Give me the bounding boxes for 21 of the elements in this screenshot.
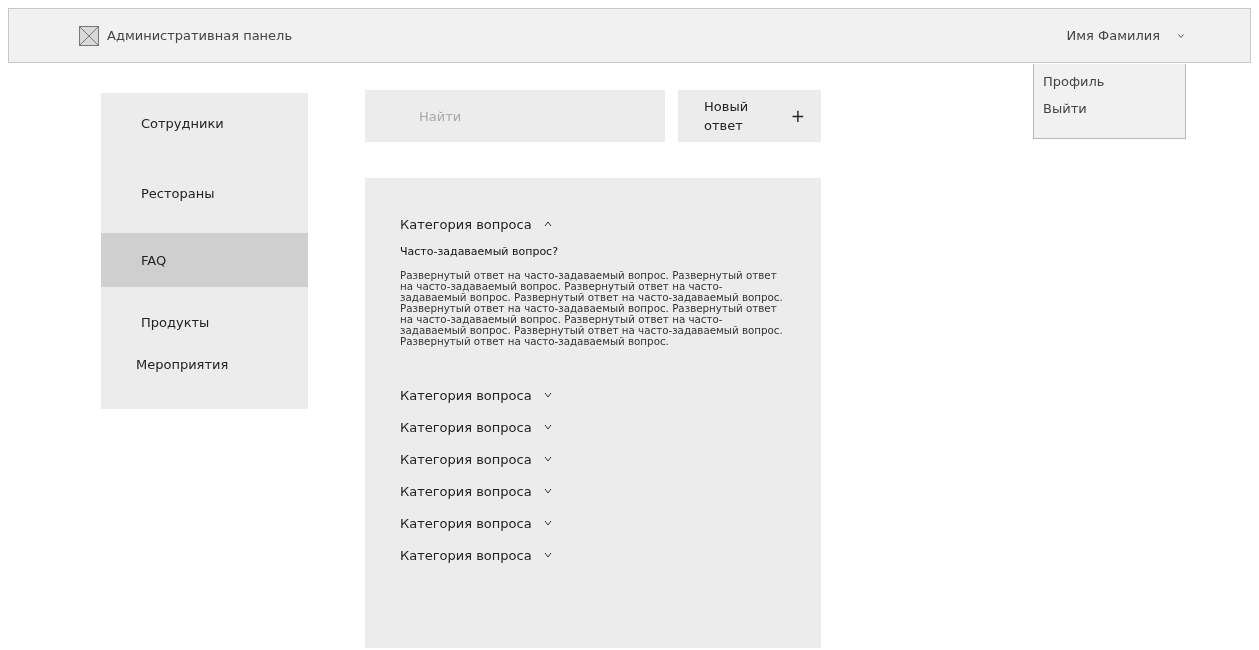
- faq-question: Часто-задаваемый вопрос?: [400, 245, 559, 258]
- category-toggle[interactable]: Категория вопроса: [400, 539, 552, 571]
- sidebar-item[interactable]: Сотрудники: [101, 93, 308, 153]
- user-menu-button[interactable]: Имя Фамилия: [1066, 28, 1184, 43]
- menu-item[interactable]: Выйти: [1043, 101, 1185, 116]
- app-title: Административная панель: [107, 28, 294, 43]
- category-toggle[interactable]: Категория вопроса: [400, 507, 552, 539]
- new-answer-button[interactable]: Новый ответ +: [678, 90, 821, 142]
- sidebar-item[interactable]: FAQ: [101, 233, 308, 287]
- category-toggle[interactable]: Категория вопроса: [400, 208, 552, 240]
- faq-answer: Развернутый ответ на часто-задаваемый вопрос. Развернутый ответ на часто-задаваемый вопрос. Развернутый ответ на часто-задаваемый вопрос. Развернутый ответ на часто-задаваемый вопрос. Развернутый ответ на часто-задаваемый вопрос. Развернутый ответ на часто-задаваемый вопрос. Развернутый ответ на часто-задаваемый вопрос. Развернутый ответ на часто-задаваемый вопрос. Развернутый ответ на часто-задаваемый вопрос.: [400, 270, 784, 347]
- search-field[interactable]: Найти: [365, 90, 665, 142]
- sidebar-item[interactable]: Рестораны: [101, 153, 308, 233]
- category-toggle[interactable]: Категория вопроса: [400, 379, 552, 411]
- sidebar-item[interactable]: Мероприятия: [101, 357, 308, 409]
- category-toggle[interactable]: Категория вопроса: [400, 475, 552, 507]
- category-toggle[interactable]: Категория вопроса: [400, 443, 552, 475]
- sidebar-item[interactable]: Продукты: [101, 287, 308, 357]
- category-toggle[interactable]: Категория вопроса: [400, 411, 552, 443]
- menu-item[interactable]: Профиль: [1043, 74, 1185, 89]
- image-placeholder-icon: [79, 25, 99, 46]
